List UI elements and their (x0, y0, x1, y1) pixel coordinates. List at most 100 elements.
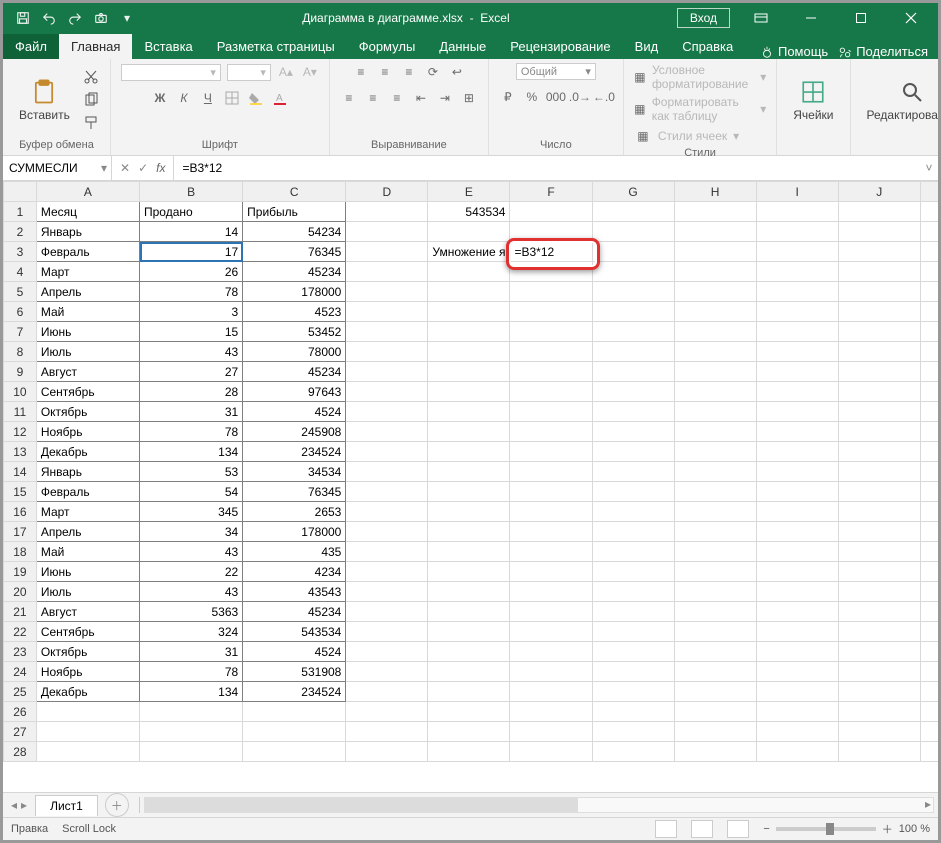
cell-C27[interactable] (243, 722, 346, 742)
cell-C16[interactable]: 2653 (243, 502, 346, 522)
cell-J4[interactable] (838, 262, 920, 282)
cell-F9[interactable] (510, 362, 592, 382)
cell-C5[interactable]: 178000 (243, 282, 346, 302)
cell-A18[interactable]: Май (36, 542, 139, 562)
cell-H28[interactable] (674, 742, 756, 762)
cell-G14[interactable] (592, 462, 674, 482)
row-header-23[interactable]: 23 (4, 642, 37, 662)
cell-J23[interactable] (838, 642, 920, 662)
cell-E12[interactable] (428, 422, 510, 442)
row-header-16[interactable]: 16 (4, 502, 37, 522)
cell-D10[interactable] (346, 382, 428, 402)
cell-I28[interactable] (756, 742, 838, 762)
merge-cells-icon[interactable]: ⊞ (460, 89, 478, 107)
tab-home[interactable]: Главная (59, 34, 132, 59)
cell-B1[interactable]: Продано (140, 202, 243, 222)
close-button[interactable] (888, 3, 934, 33)
cell-J9[interactable] (838, 362, 920, 382)
cell-K18[interactable] (920, 542, 938, 562)
cell-J8[interactable] (838, 342, 920, 362)
cell-E13[interactable] (428, 442, 510, 462)
cell-C11[interactable]: 4524 (243, 402, 346, 422)
cell-C6[interactable]: 4523 (243, 302, 346, 322)
cell-J26[interactable] (838, 702, 920, 722)
cell-J6[interactable] (838, 302, 920, 322)
cell-H9[interactable] (674, 362, 756, 382)
cell-K4[interactable] (920, 262, 938, 282)
cell-C28[interactable] (243, 742, 346, 762)
cell-B26[interactable] (140, 702, 243, 722)
cell-A6[interactable]: Май (36, 302, 139, 322)
grid-scroll[interactable]: ABCDEFGHIJK1МесяцПроданоПрибыль5435342Ян… (3, 181, 938, 792)
cell-D15[interactable] (346, 482, 428, 502)
cell-H17[interactable] (674, 522, 756, 542)
cell-K14[interactable] (920, 462, 938, 482)
spreadsheet-grid[interactable]: ABCDEFGHIJK1МесяцПроданоПрибыль5435342Ян… (3, 181, 938, 762)
cell-B27[interactable] (140, 722, 243, 742)
cell-C17[interactable]: 178000 (243, 522, 346, 542)
cell-A3[interactable]: Февраль (36, 242, 139, 262)
sheet-nav-prev-icon[interactable]: ◂ (11, 798, 17, 812)
view-page-layout-icon[interactable] (691, 820, 713, 838)
cell-C20[interactable]: 43543 (243, 582, 346, 602)
row-header-10[interactable]: 10 (4, 382, 37, 402)
cell-K6[interactable] (920, 302, 938, 322)
cell-F28[interactable] (510, 742, 592, 762)
format-as-table-button[interactable]: ▦Форматировать как таблицу▾ (634, 95, 766, 123)
cell-J24[interactable] (838, 662, 920, 682)
row-header-24[interactable]: 24 (4, 662, 37, 682)
cell-A5[interactable]: Апрель (36, 282, 139, 302)
cell-D4[interactable] (346, 262, 428, 282)
row-header-19[interactable]: 19 (4, 562, 37, 582)
cell-G28[interactable] (592, 742, 674, 762)
cell-J12[interactable] (838, 422, 920, 442)
increase-indent-icon[interactable]: ⇥ (436, 89, 454, 107)
cell-C1[interactable]: Прибыль (243, 202, 346, 222)
cell-D2[interactable] (346, 222, 428, 242)
cell-C23[interactable]: 4524 (243, 642, 346, 662)
cell-K12[interactable] (920, 422, 938, 442)
cell-K26[interactable] (920, 702, 938, 722)
cell-E21[interactable] (428, 602, 510, 622)
cell-D24[interactable] (346, 662, 428, 682)
cell-A7[interactable]: Июнь (36, 322, 139, 342)
cell-J7[interactable] (838, 322, 920, 342)
cell-J25[interactable] (838, 682, 920, 702)
cell-A23[interactable]: Октябрь (36, 642, 139, 662)
cell-D25[interactable] (346, 682, 428, 702)
cell-I6[interactable] (756, 302, 838, 322)
tab-file[interactable]: Файл (3, 34, 59, 59)
name-box[interactable]: ▾ (3, 156, 112, 180)
col-header-C[interactable]: C (243, 182, 346, 202)
cell-J19[interactable] (838, 562, 920, 582)
cell-E6[interactable] (428, 302, 510, 322)
cell-F14[interactable] (510, 462, 592, 482)
cell-I23[interactable] (756, 642, 838, 662)
tell-me-button[interactable]: Помощь (760, 44, 828, 59)
cell-J11[interactable] (838, 402, 920, 422)
enter-formula-icon[interactable]: ✓ (138, 161, 148, 175)
cell-D12[interactable] (346, 422, 428, 442)
cell-I19[interactable] (756, 562, 838, 582)
cell-B16[interactable]: 345 (140, 502, 243, 522)
cell-J5[interactable] (838, 282, 920, 302)
cell-A12[interactable]: Ноябрь (36, 422, 139, 442)
cell-C10[interactable]: 97643 (243, 382, 346, 402)
cell-J16[interactable] (838, 502, 920, 522)
cells-button[interactable]: Ячейки (787, 76, 839, 124)
col-header-I[interactable]: I (756, 182, 838, 202)
cell-B2[interactable]: 14 (140, 222, 243, 242)
cell-C24[interactable]: 531908 (243, 662, 346, 682)
underline-icon[interactable]: Ч (199, 89, 217, 107)
font-color-icon[interactable]: A (271, 89, 289, 107)
fill-color-icon[interactable] (247, 89, 265, 107)
cell-I14[interactable] (756, 462, 838, 482)
cell-B17[interactable]: 34 (140, 522, 243, 542)
row-header-3[interactable]: 3 (4, 242, 37, 262)
cell-G4[interactable] (592, 262, 674, 282)
ribbon-display-icon[interactable] (738, 3, 784, 33)
cell-F23[interactable] (510, 642, 592, 662)
cell-E27[interactable] (428, 722, 510, 742)
cell-A2[interactable]: Январь (36, 222, 139, 242)
cell-H27[interactable] (674, 722, 756, 742)
